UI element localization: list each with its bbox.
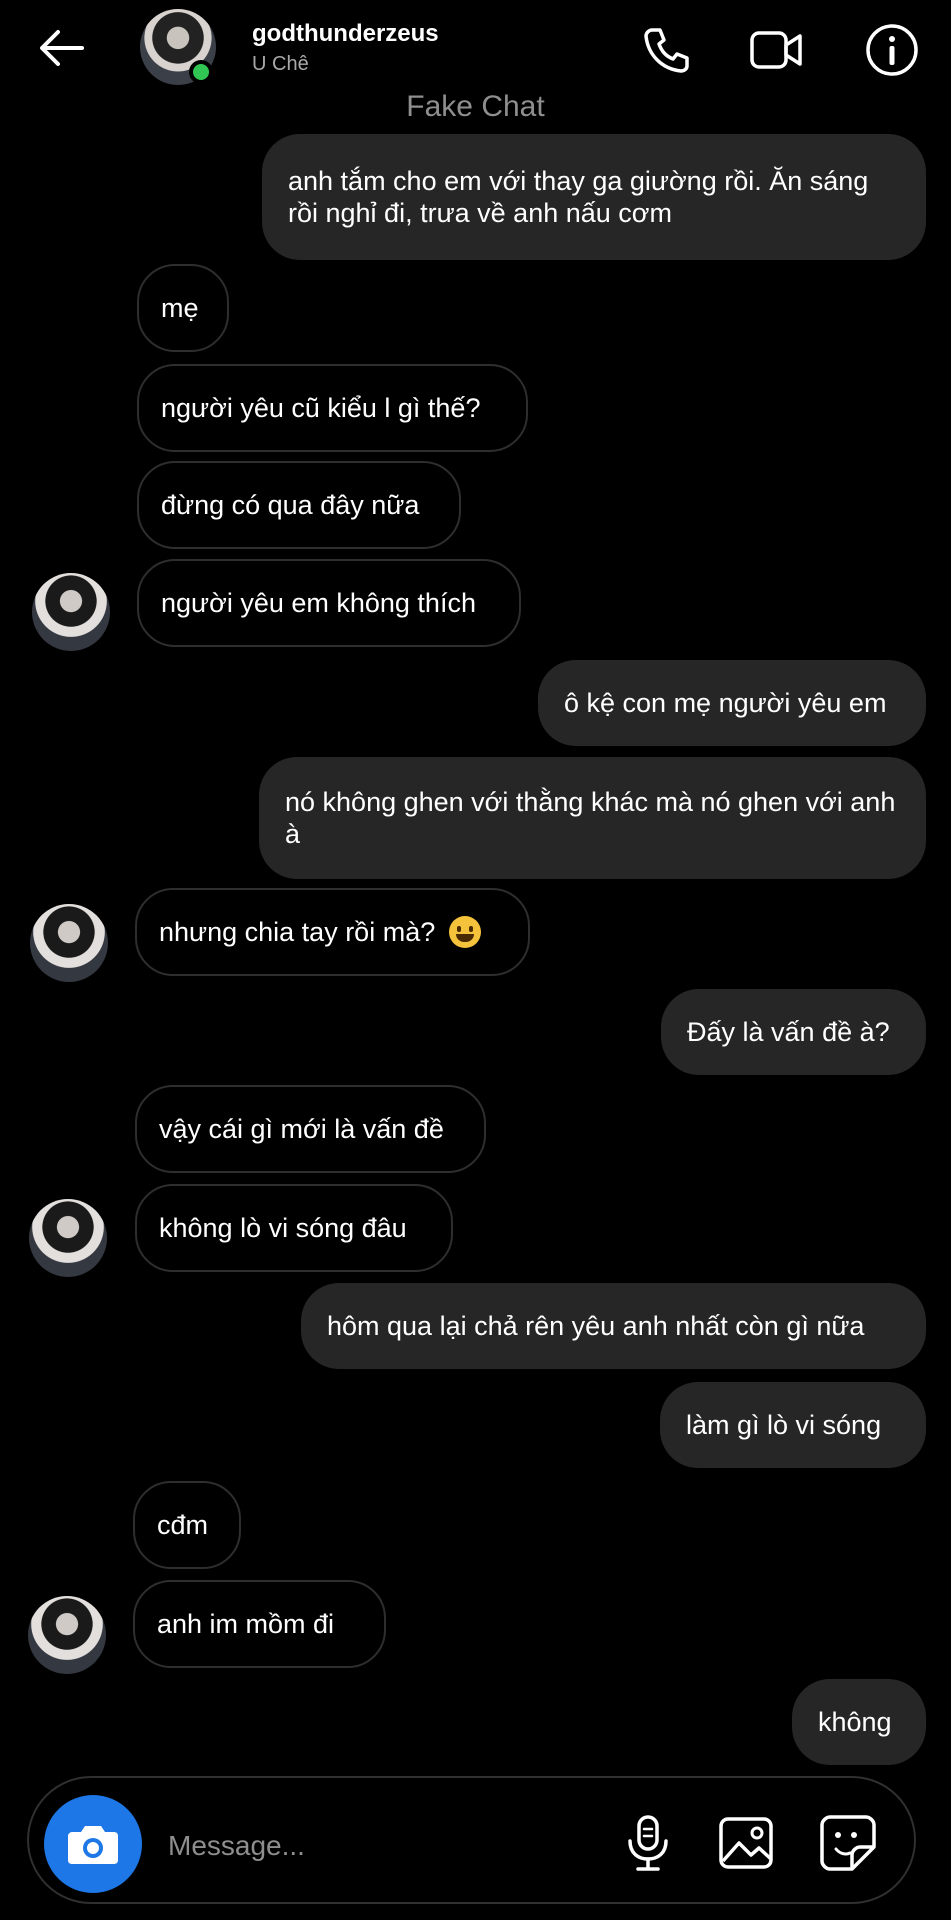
message-received[interactable]: người yêu cũ kiểu l gì thế? [137,364,528,452]
message-received[interactable]: mẹ [137,264,229,352]
camera-icon [68,1826,118,1864]
message-sent[interactable]: nó không ghen với thằng khác mà nó ghen … [259,757,926,879]
message-sent[interactable]: ô kệ con mẹ người yêu em [538,660,926,746]
message-text: không [818,1707,892,1737]
contact-avatar[interactable] [28,1596,106,1674]
message-text: nó không ghen với thằng khác mà nó ghen … [285,787,896,849]
phone-icon[interactable] [638,22,694,78]
message-text: không lò vi sóng đâu [159,1213,407,1243]
message-input[interactable] [166,1817,590,1875]
online-status-dot [189,60,213,84]
message-text: đừng có qua đây nữa [161,490,420,520]
message-received[interactable]: vậy cái gì mới là vấn đề [135,1085,486,1173]
message-text: hôm qua lại chả rên yêu anh nhất còn gì … [327,1311,865,1341]
message-text: làm gì lò vi sóng [686,1410,882,1440]
chat-title-label: Fake Chat [406,90,545,123]
message-sent[interactable]: không [792,1679,926,1765]
message-text: nhưng chia tay rồi mà? [159,917,436,947]
message-text: cđm [157,1510,209,1540]
message-text: anh tắm cho em với thay ga giường rồi. Ă… [288,166,869,228]
message-text: người yêu cũ kiểu l gì thế? [161,393,481,423]
grinning-face-emoji [449,916,482,948]
contact-avatar[interactable] [30,904,108,982]
message-sent[interactable]: anh tắm cho em với thay ga giường rồi. Ă… [262,134,926,260]
message-received[interactable]: không lò vi sóng đâu [135,1184,453,1272]
message-text: mẹ [161,293,199,323]
message-sent[interactable]: Đấy là vấn đề à? [661,989,926,1075]
camera-button[interactable] [44,1795,142,1893]
message-received[interactable]: anh im mồm đi [133,1580,386,1668]
message-received[interactable]: người yêu em không thích [137,559,521,647]
message-received[interactable]: đừng có qua đây nữa [137,461,461,549]
microphone-icon[interactable] [616,1811,680,1875]
message-text: người yêu em không thích [161,588,476,618]
contact-avatar[interactable] [32,573,110,651]
sticker-icon[interactable] [816,1811,880,1875]
back-arrow-icon[interactable] [34,20,90,76]
contact-avatar[interactable] [29,1199,107,1277]
contact-username[interactable]: godthunderzeus [252,20,439,48]
gallery-icon[interactable] [715,1811,779,1875]
contact-subtitle: U Chê [252,53,309,75]
message-text: anh im mồm đi [157,1609,335,1639]
message-sent[interactable]: hôm qua lại chả rên yêu anh nhất còn gì … [301,1283,926,1369]
info-icon[interactable] [864,22,920,78]
chat-header: godthunderzeus U Chê [0,0,951,100]
video-camera-icon[interactable] [748,22,804,78]
message-text: ô kệ con mẹ người yêu em [564,688,887,718]
message-received[interactable]: cđm [133,1481,241,1569]
message-sent[interactable]: làm gì lò vi sóng [660,1382,926,1468]
message-received[interactable]: nhưng chia tay rồi mà? [135,888,530,976]
message-text: vậy cái gì mới là vấn đề [159,1114,444,1144]
message-text: Đấy là vấn đề à? [687,1017,890,1047]
